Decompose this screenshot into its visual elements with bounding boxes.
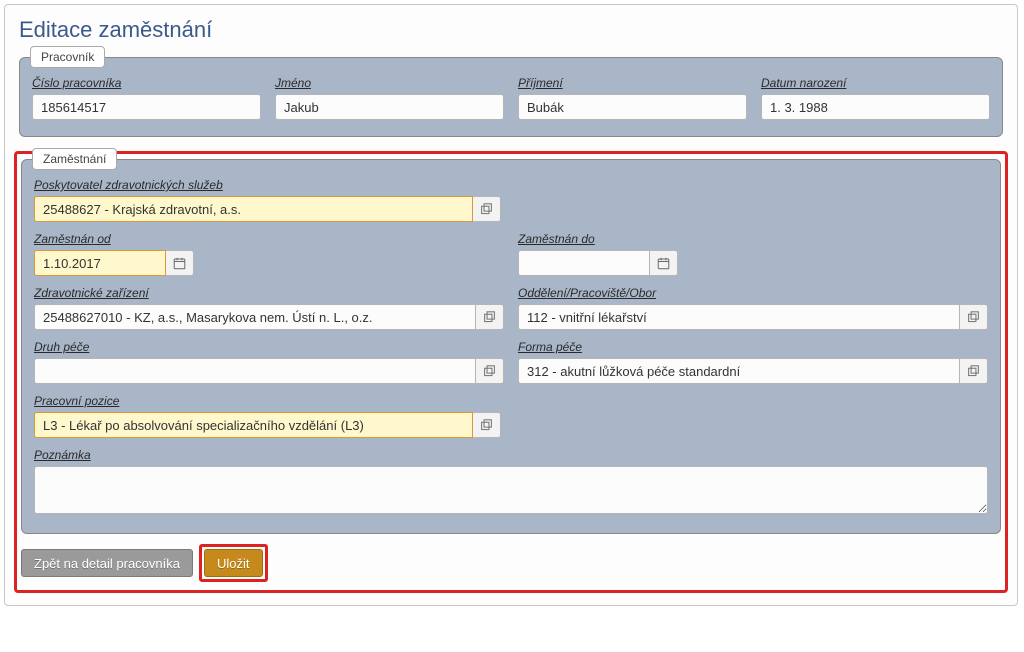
popup-icon <box>480 419 493 432</box>
employee-firstname-input[interactable] <box>275 94 504 120</box>
employee-id-input[interactable] <box>32 94 261 120</box>
save-button-highlight: Uložit <box>199 544 268 582</box>
department-input[interactable] <box>518 304 960 330</box>
employee-firstname-col: Jméno <box>275 76 504 120</box>
employee-lastname-label: Příjmení <box>518 76 747 90</box>
facility-label: Zdravotnické zařízení <box>34 286 504 300</box>
page-title: Editace zaměstnání <box>19 17 1003 43</box>
highlighted-area: Zaměstnání Poskytovatel zdravotnických s… <box>14 151 1008 593</box>
employee-legend: Pracovník <box>30 46 105 68</box>
facility-col: Zdravotnické zařízení <box>34 286 504 330</box>
employee-birthdate-input[interactable] <box>761 94 990 120</box>
facility-input[interactable] <box>34 304 476 330</box>
popup-icon <box>483 365 496 378</box>
employed-from-input[interactable] <box>34 250 166 276</box>
provider-lookup-button[interactable] <box>473 196 501 222</box>
employee-id-label: Číslo pracovníka <box>32 76 261 90</box>
position-col: Pracovní pozice <box>34 394 501 438</box>
department-label: Oddělení/Pracoviště/Obor <box>518 286 988 300</box>
provider-input[interactable] <box>34 196 473 222</box>
calendar-icon <box>657 257 670 270</box>
employee-birthdate-label: Datum narození <box>761 76 990 90</box>
employee-lastname-input[interactable] <box>518 94 747 120</box>
care-type-lookup-button[interactable] <box>476 358 504 384</box>
employed-to-col: Zaměstnán do <box>518 232 988 276</box>
action-bar: Zpět na detail pracovníka Uložit <box>21 544 1001 582</box>
employee-lastname-col: Příjmení <box>518 76 747 120</box>
care-type-input[interactable] <box>34 358 476 384</box>
save-button[interactable]: Uložit <box>204 549 263 577</box>
employed-from-calendar-button[interactable] <box>166 250 194 276</box>
form-panel: Editace zaměstnání Pracovník Číslo praco… <box>4 4 1018 606</box>
position-input[interactable] <box>34 412 473 438</box>
note-textarea[interactable] <box>34 466 988 514</box>
department-lookup-button[interactable] <box>960 304 988 330</box>
provider-col: Poskytovatel zdravotnických služeb <box>34 178 501 222</box>
care-type-col: Druh péče <box>34 340 504 384</box>
popup-icon <box>483 311 496 324</box>
employee-firstname-label: Jméno <box>275 76 504 90</box>
calendar-icon <box>173 257 186 270</box>
department-col: Oddělení/Pracoviště/Obor <box>518 286 988 330</box>
care-form-label: Forma péče <box>518 340 988 354</box>
employee-fieldset: Pracovník Číslo pracovníka Jméno Příjmen… <box>19 57 1003 137</box>
popup-icon <box>967 365 980 378</box>
position-label: Pracovní pozice <box>34 394 501 408</box>
care-form-input[interactable] <box>518 358 960 384</box>
popup-icon <box>480 203 493 216</box>
employed-from-label: Zaměstnán od <box>34 232 504 246</box>
employee-id-col: Číslo pracovníka <box>32 76 261 120</box>
employed-to-label: Zaměstnán do <box>518 232 988 246</box>
popup-icon <box>967 311 980 324</box>
note-col: Poznámka <box>34 448 988 517</box>
care-form-col: Forma péče <box>518 340 988 384</box>
care-type-label: Druh péče <box>34 340 504 354</box>
employment-legend: Zaměstnání <box>32 148 117 170</box>
employed-to-input[interactable] <box>518 250 650 276</box>
back-button[interactable]: Zpět na detail pracovníka <box>21 549 193 577</box>
provider-label: Poskytovatel zdravotnických služeb <box>34 178 501 192</box>
position-lookup-button[interactable] <box>473 412 501 438</box>
note-label: Poznámka <box>34 448 988 462</box>
care-form-lookup-button[interactable] <box>960 358 988 384</box>
facility-lookup-button[interactable] <box>476 304 504 330</box>
employment-fieldset: Zaměstnání Poskytovatel zdravotnických s… <box>21 159 1001 534</box>
employed-from-col: Zaměstnán od <box>34 232 504 276</box>
employee-birthdate-col: Datum narození <box>761 76 990 120</box>
employed-to-calendar-button[interactable] <box>650 250 678 276</box>
